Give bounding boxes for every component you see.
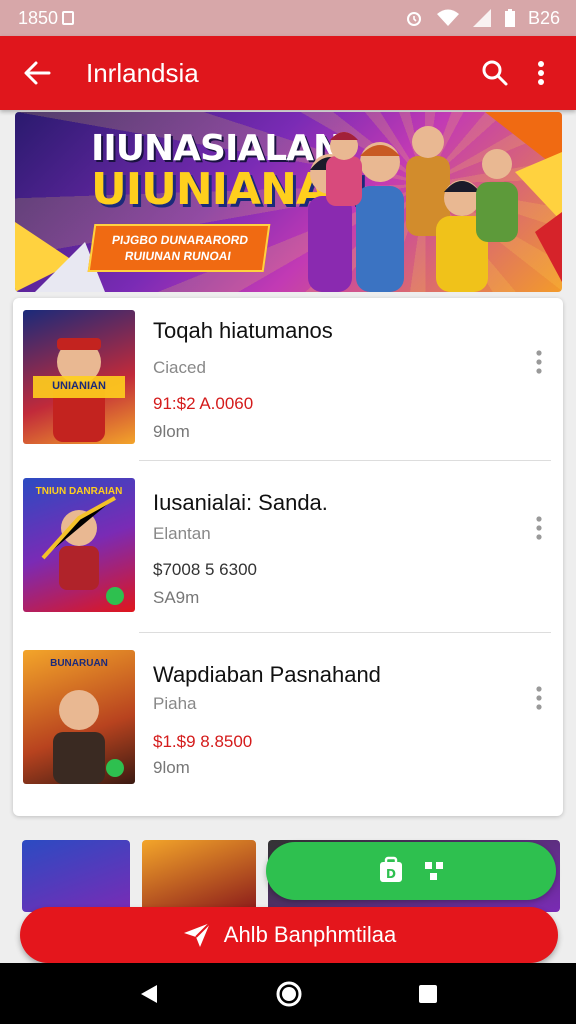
- kid-5: [476, 149, 518, 242]
- item-size: 9lom: [153, 422, 190, 441]
- more-vert-icon: [536, 686, 542, 710]
- strip-thumbnail[interactable]: [22, 840, 130, 912]
- back-button[interactable]: [12, 48, 62, 98]
- system-nav-bar: [0, 963, 576, 1024]
- divider: [139, 632, 551, 633]
- app-bar: Inrlandsia: [0, 36, 576, 110]
- search-icon: [482, 60, 508, 86]
- item-name: Toqah hiatumanos: [153, 318, 333, 343]
- grid-icon: [425, 862, 443, 880]
- thumb-art: [53, 690, 124, 784]
- thumb-caption: BUNARUAN: [50, 658, 108, 669]
- status-clock: B26: [527, 7, 560, 28]
- thumb-art: [33, 338, 125, 442]
- thumb-caption: UNIANIAN: [52, 380, 106, 392]
- list-item[interactable]: BUNARUAN Wapdiaban Pasnahand Piaha $1.$9…: [13, 648, 563, 818]
- promo-banner[interactable]: IIUNASIALAN UIUNIANAN PIJGBO DUNARARORD …: [15, 112, 562, 292]
- item-price: $1.$9 8.8500: [153, 732, 253, 751]
- arrow-left-icon: [24, 61, 51, 85]
- store-icon: D: [380, 856, 402, 882]
- game-list-card: UNIANIAN Toqah hiatumanos Ciaced 91:$2 A…: [13, 298, 563, 816]
- list-item[interactable]: UNIANIAN Toqah hiatumanos Ciaced 91:$2 A…: [13, 306, 563, 476]
- strip-thumbnail[interactable]: [142, 840, 256, 912]
- item-thumbnail: BUNARUAN: [23, 650, 135, 784]
- item-size: SA9m: [153, 588, 200, 607]
- item-subtitle: Piaha: [153, 694, 197, 713]
- home-circle-icon[interactable]: [275, 980, 303, 1008]
- send-icon: [183, 922, 211, 947]
- item-subtitle: Elantan: [153, 524, 211, 543]
- more-vert-icon: [536, 350, 542, 374]
- item-name: Iusanialai: Sanda.: [153, 490, 328, 515]
- kid-6: [326, 132, 362, 206]
- svg-text:D: D: [386, 867, 396, 881]
- battery-icon: [504, 9, 515, 27]
- search-button[interactable]: [472, 48, 518, 98]
- signal-icon: [472, 9, 491, 27]
- recents-square-icon[interactable]: [417, 983, 439, 1005]
- item-thumbnail: UNIANIAN: [23, 310, 135, 444]
- divider: [139, 460, 551, 461]
- banner-tag-line2: RUIUNAN RUNOAI: [123, 249, 232, 263]
- list-item[interactable]: TNIUN DANRAIAN Iusanialai: Sanda. Elanta…: [13, 476, 563, 646]
- alarm-icon: [406, 12, 421, 26]
- status-bar: 1850 B26: [0, 0, 576, 36]
- item-menu-button[interactable]: [529, 508, 549, 548]
- play-store-button[interactable]: D: [266, 842, 556, 900]
- status-time: 1850: [18, 7, 59, 28]
- back-triangle-icon[interactable]: [137, 982, 161, 1006]
- overflow-menu-button[interactable]: [518, 48, 564, 98]
- banner-tag-line1: PIJGBO DUNARARORD: [111, 233, 250, 247]
- item-menu-button[interactable]: [529, 678, 549, 718]
- wifi-icon: [436, 9, 459, 26]
- item-thumbnail: TNIUN DANRAIAN: [23, 478, 135, 612]
- kid-2: [356, 142, 404, 292]
- item-price: $7008 5 6300: [153, 560, 257, 579]
- banner-kids-illustration: [308, 126, 518, 292]
- image-icon: [62, 11, 75, 25]
- more-vert-icon: [538, 61, 544, 85]
- thumb-caption: TNIUN DANRAIAN: [35, 486, 123, 497]
- item-size: 9lom: [153, 758, 190, 777]
- thumb-art: [41, 496, 124, 605]
- primary-action-label: Ahlb Banphmtilaa: [223, 922, 397, 947]
- banner-tag: PIJGBO DUNARARORD RUIUNAN RUNOAI: [87, 224, 271, 272]
- item-subtitle: Ciaced: [153, 358, 206, 377]
- item-menu-button[interactable]: [529, 342, 549, 382]
- page-title: Inrlandsia: [86, 57, 199, 88]
- item-price: 91:$2 A.0060: [153, 394, 254, 413]
- primary-action-button[interactable]: Ahlb Banphmtilaa: [20, 907, 558, 963]
- more-vert-icon: [536, 516, 542, 540]
- item-name: Wapdiaban Pasnahand: [153, 662, 381, 687]
